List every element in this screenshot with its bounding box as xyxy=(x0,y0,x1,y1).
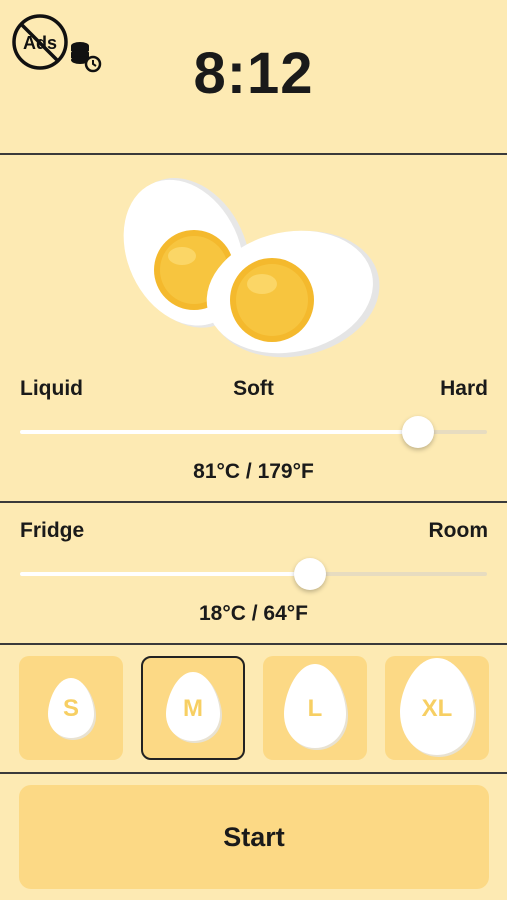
size-option-s[interactable]: S xyxy=(19,656,123,760)
timer-display: 8:12 xyxy=(193,41,314,106)
start-button[interactable]: Start xyxy=(19,785,489,889)
start-temp-slider-thumb[interactable] xyxy=(293,558,326,590)
label-fridge: Fridge xyxy=(20,519,85,542)
doneness-slider[interactable] xyxy=(20,416,487,448)
size-option-l[interactable]: L xyxy=(263,656,367,760)
label-soft: Soft xyxy=(233,377,274,400)
size-label-m: M xyxy=(183,695,203,722)
doneness-slider-fill xyxy=(20,430,419,434)
divider xyxy=(0,501,507,503)
start-temperature: 18°C / 64°F xyxy=(198,602,308,625)
divider xyxy=(0,772,507,774)
size-label-xl: XL xyxy=(421,695,453,722)
doneness-temperature: 81°C / 179°F xyxy=(193,460,314,483)
divider xyxy=(0,643,507,645)
start-temp-slider-fill xyxy=(20,572,310,576)
size-label-s: S xyxy=(62,695,79,722)
doneness-slider-thumb[interactable] xyxy=(402,416,435,448)
size-option-xl[interactable]: XL xyxy=(385,656,489,760)
size-label-l: L xyxy=(307,695,323,722)
size-option-m[interactable]: M xyxy=(141,656,245,760)
divider xyxy=(0,153,507,155)
start-temp-slider[interactable] xyxy=(20,558,487,590)
header: Ads 8:12 xyxy=(0,0,507,154)
egg-size-selector: S M L XL xyxy=(19,656,489,760)
eggs-illustration xyxy=(123,178,380,358)
label-room: Room xyxy=(428,519,489,542)
label-hard: Hard xyxy=(440,377,488,400)
